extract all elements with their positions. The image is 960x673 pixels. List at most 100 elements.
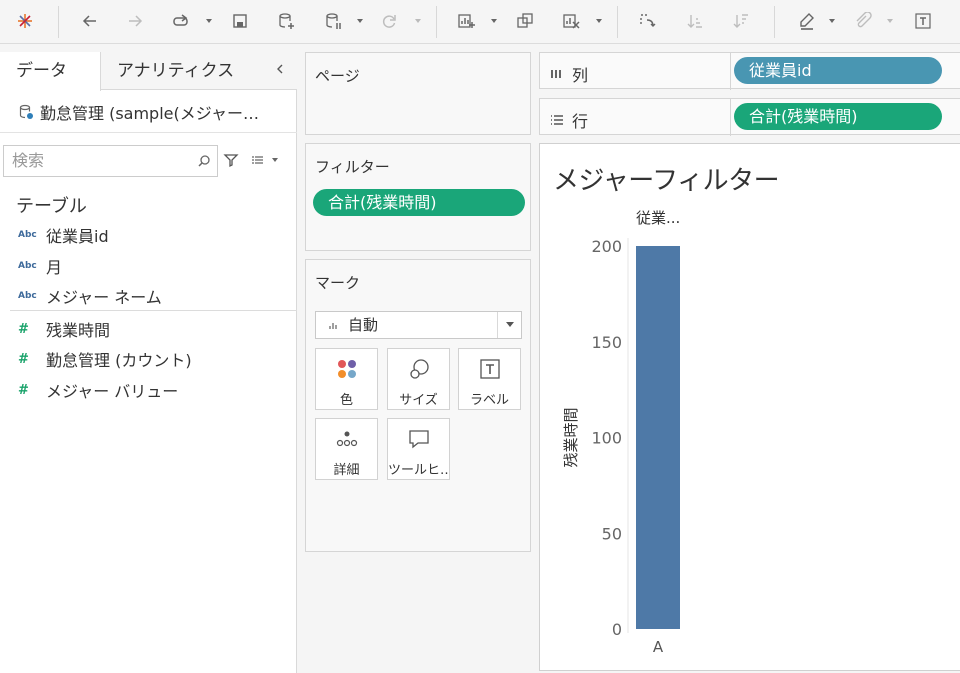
toolbar-separator (58, 6, 59, 38)
datasource-item[interactable]: 勤怠管理 (sample(メジャー… (18, 100, 259, 124)
tooltip-icon (409, 430, 429, 449)
highlight-icon[interactable] (796, 10, 818, 32)
measure-field[interactable]: # 残業時間 (18, 317, 110, 341)
column-pill[interactable]: 従業員id (734, 57, 942, 84)
divider (730, 53, 731, 90)
chevron-down-icon[interactable] (886, 17, 894, 25)
bar[interactable] (636, 246, 680, 629)
toolbar-separator (436, 6, 437, 38)
new-worksheet-icon[interactable] (455, 10, 477, 32)
list-view-icon[interactable] (250, 152, 280, 168)
duplicate-icon[interactable] (514, 10, 536, 32)
columns-shelf-label: 列 (550, 62, 588, 86)
detail-label: 詳細 (333, 463, 360, 478)
tab-analytics[interactable]: アナリティクス (101, 52, 251, 90)
save-icon[interactable] (229, 10, 251, 32)
size-button[interactable]: サイズ (387, 348, 450, 410)
sort-descending-icon[interactable] (730, 10, 752, 32)
group-icon[interactable] (852, 10, 874, 32)
string-type-icon: Abc (18, 291, 37, 301)
chevron-down-icon[interactable] (828, 17, 836, 25)
chevron-down-icon[interactable] (490, 17, 498, 25)
y-tick-label: 0 (612, 620, 622, 639)
measure-field[interactable]: # メジャー バリュー (18, 378, 178, 402)
y-tick-label: 50 (602, 524, 622, 543)
number-type-icon: # (18, 321, 29, 337)
color-button[interactable]: 色 (315, 348, 378, 410)
columns-icon (551, 70, 561, 78)
tab-data[interactable]: データ (0, 52, 101, 91)
pause-autoupdate-icon[interactable] (322, 10, 344, 32)
filters-card-title: フィルター (315, 158, 390, 176)
tables-section-title: テーブル (16, 196, 87, 217)
refresh-icon[interactable] (378, 10, 400, 32)
replay-icon[interactable] (170, 10, 192, 32)
pages-card-title: ページ (315, 67, 360, 85)
mark-type-dropdown[interactable]: 自動 (315, 311, 522, 339)
show-labels-icon[interactable] (912, 10, 934, 32)
search-icon (198, 155, 210, 167)
redo-icon[interactable] (124, 10, 146, 32)
size-icon (410, 359, 429, 379)
y-axis-title: 残業時間 (562, 407, 580, 467)
detail-icon (336, 431, 358, 447)
string-type-icon: Abc (18, 261, 37, 271)
columns-label-text: 列 (572, 66, 589, 85)
filter-pill[interactable]: 合計(残業時間) (313, 189, 525, 216)
pages-card[interactable]: ページ (305, 52, 531, 135)
dimension-field[interactable]: Abc メジャー ネーム (18, 284, 162, 308)
size-label: サイズ (399, 393, 438, 408)
toolbar-separator (617, 6, 618, 38)
toolbar-separator (774, 6, 775, 38)
detail-button[interactable]: 詳細 (315, 418, 378, 480)
tableau-logo-icon[interactable] (14, 10, 36, 32)
search-placeholder: 検索 (12, 151, 45, 170)
chevron-down-icon[interactable] (205, 17, 213, 25)
filter-icon[interactable] (223, 152, 239, 168)
datasource-name: 勤怠管理 (sample(メジャー… (40, 104, 259, 123)
field-name: 従業員id (46, 227, 109, 246)
rows-icon (551, 115, 563, 125)
tooltip-label: ツールヒ… (388, 463, 449, 478)
chevron-down-icon[interactable] (414, 17, 422, 25)
sort-ascending-icon[interactable] (684, 10, 706, 32)
y-tick-label: 200 (591, 237, 622, 256)
chevron-down-icon[interactable] (595, 17, 603, 25)
tooltip-button[interactable]: ツールヒ… (387, 418, 450, 480)
bar-chart[interactable]: 0 50 100 150 200 残業時間 A (540, 144, 960, 672)
clear-icon[interactable] (560, 10, 582, 32)
number-type-icon: # (18, 382, 29, 398)
filters-card[interactable]: フィルター 合計(残業時間) (305, 143, 531, 251)
search-input[interactable]: 検索 (3, 145, 218, 177)
measure-field[interactable]: # 勤怠管理 (カウント) (18, 347, 192, 371)
label-icon (480, 359, 500, 379)
field-name: 月 (46, 258, 63, 277)
rows-shelf[interactable]: 行 合計(残業時間) (539, 98, 960, 136)
dimension-field[interactable]: Abc 月 (18, 254, 62, 278)
dimension-field[interactable]: Abc 従業員id (18, 223, 109, 247)
collapse-pane-icon[interactable] (275, 62, 289, 80)
columns-shelf[interactable]: 列 従業員id (539, 52, 960, 90)
toolbar (0, 0, 960, 44)
y-tick-label: 100 (591, 429, 622, 448)
new-datasource-icon[interactable] (275, 10, 297, 32)
bar-chart-icon (329, 323, 337, 329)
swap-icon[interactable] (636, 10, 658, 32)
rows-shelf-label: 行 (550, 108, 588, 132)
chevron-down-icon (506, 322, 514, 327)
label-button[interactable]: ラベル (458, 348, 521, 410)
undo-icon[interactable] (79, 10, 101, 32)
divider (0, 132, 297, 133)
row-pill[interactable]: 合計(残業時間) (734, 103, 942, 130)
label-label: ラベル (469, 393, 509, 408)
worksheet-view[interactable]: メジャーフィルター 従業... 0 50 100 150 200 残業時間 A (539, 143, 960, 671)
divider (10, 310, 297, 311)
data-pane: データ アナリティクス 勤怠管理 (sample(メジャー… 検索 テーブル A… (0, 52, 297, 673)
x-tick-label: A (653, 638, 664, 656)
marks-card: マーク 自動 色 サイズ ラベル 詳細 ツールヒ… (305, 259, 531, 552)
chevron-down-icon[interactable] (356, 17, 364, 25)
color-label: 色 (339, 393, 353, 408)
y-tick-label: 150 (591, 333, 622, 352)
dropdown-button[interactable] (497, 312, 521, 338)
field-name: 勤怠管理 (カウント) (46, 351, 192, 370)
